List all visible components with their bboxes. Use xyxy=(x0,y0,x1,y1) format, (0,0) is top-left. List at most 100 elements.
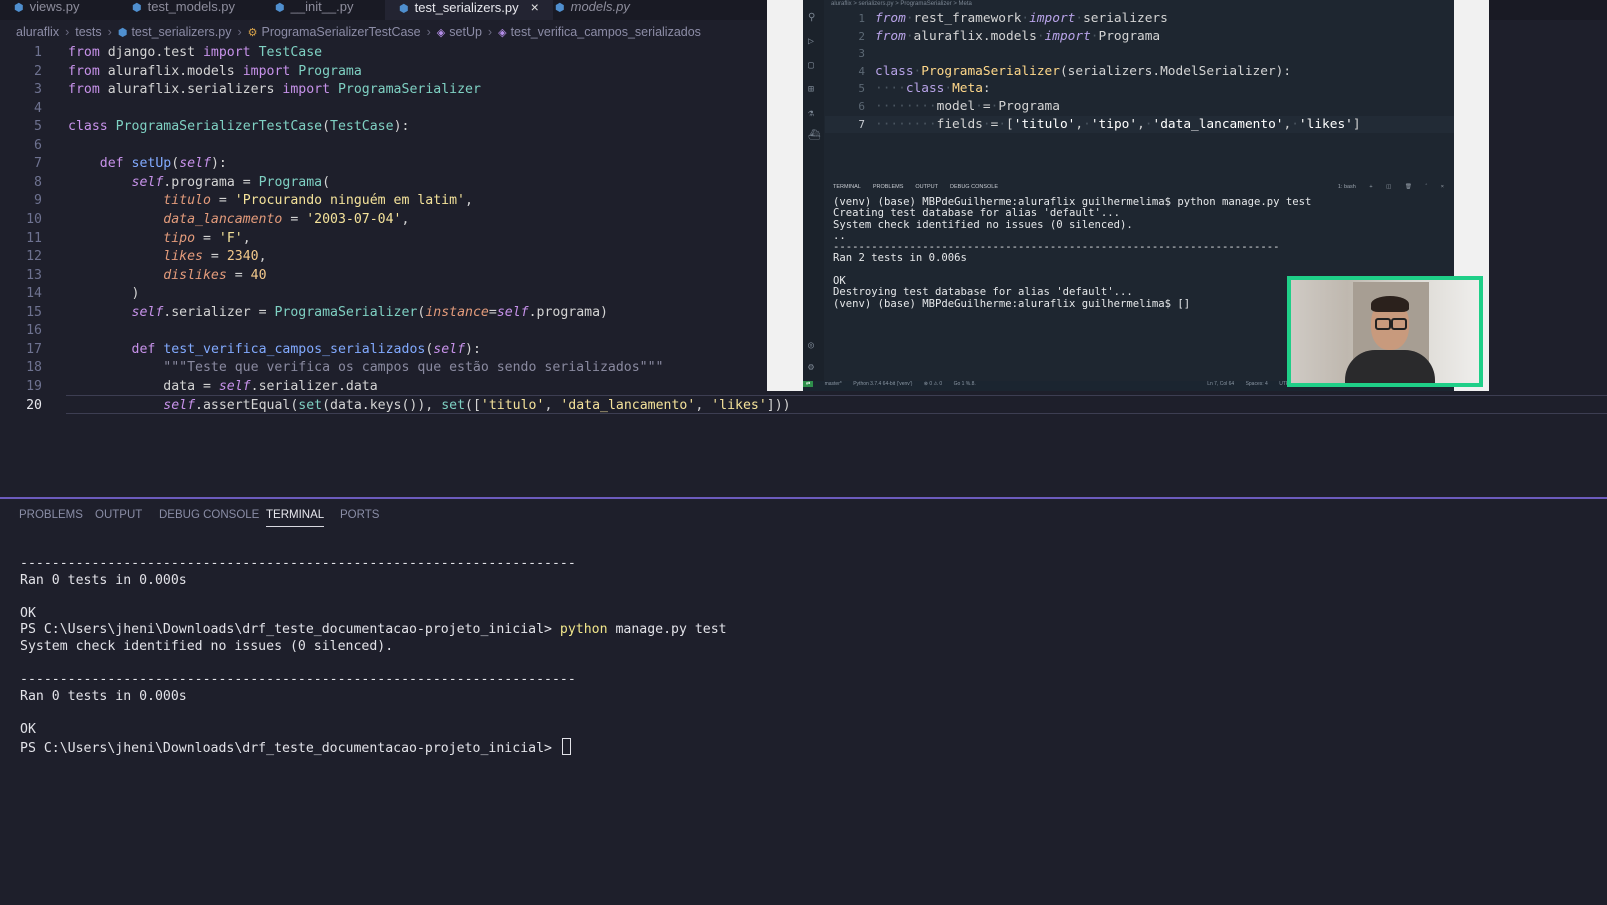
chevron-right-icon: › xyxy=(237,25,242,39)
code-text: from aluraflix.serializers import Progra… xyxy=(68,82,481,98)
terminal-line: System check identified no issues (0 sil… xyxy=(20,639,394,654)
account-icon: ◎ xyxy=(808,340,815,351)
recorded-code-line: 3 xyxy=(858,47,865,61)
line-number: 13 xyxy=(26,267,42,283)
breadcrumb-item-class[interactable]: ProgramaSerializerTestCase xyxy=(262,25,421,39)
run-debug-icon: ▷ xyxy=(808,36,815,47)
line-number: 19 xyxy=(26,378,42,394)
terminal-line: Ran 0 tests in 0.000s xyxy=(20,688,187,704)
code-text: from aluraflix.models import Programa xyxy=(68,63,362,79)
breadcrumb-item-method[interactable]: setUp xyxy=(449,25,482,39)
tab-debug-console[interactable]: DEBUG CONSOLE xyxy=(159,509,259,521)
tab-test-serializers-py[interactable]: ⬢ test_serializers.py × xyxy=(385,0,553,20)
line-number: 9 xyxy=(34,193,42,209)
line-number: 12 xyxy=(26,249,42,265)
close-icon[interactable]: × xyxy=(531,0,539,15)
line-number: 20 xyxy=(26,398,42,414)
line-number: 4 xyxy=(34,100,42,116)
python-file-icon: ⬢ xyxy=(555,2,565,14)
code-text: data = self.serializer.data xyxy=(68,378,378,394)
line-number: 6 xyxy=(34,137,42,153)
code-line[interactable]: 20 self.assertEqual(set(data.keys()), se… xyxy=(26,395,1607,415)
breadcrumb-item-folder[interactable]: aluraflix xyxy=(16,25,59,39)
code-text: data_lancamento = '2003-07-04', xyxy=(163,211,410,227)
tab-init-py[interactable]: ⬢ __init__.py xyxy=(275,0,354,20)
webcam-feed xyxy=(1287,276,1483,387)
webcam-image xyxy=(1291,280,1479,383)
python-file-icon: ⬢ xyxy=(117,27,128,39)
code-text: self.assertEqual(set(data.keys()), set([… xyxy=(163,398,791,414)
python-file-icon: ⬢ xyxy=(132,2,142,14)
line-number: 2 xyxy=(34,63,42,79)
tab-output[interactable]: OUTPUT xyxy=(95,509,142,521)
terminal-cursor xyxy=(561,737,571,755)
code-text: likes = 2340, xyxy=(163,249,267,265)
code-text: class ProgramaSerializerTestCase(TestCas… xyxy=(68,119,410,135)
line-number: 1 xyxy=(34,45,42,60)
python-file-icon: ⬢ xyxy=(399,3,409,15)
recorded-code-line: 6 ········model·=·Programa xyxy=(858,99,1060,114)
code-text: def test_verifica_campos_serializados(se… xyxy=(131,341,481,357)
terminal-line: PS C:\Users\jheni\Downloads\drf_teste_do… xyxy=(20,622,727,638)
close-icon: × xyxy=(1440,184,1444,190)
python-file-icon: ⬢ xyxy=(14,2,24,14)
line-number: 16 xyxy=(26,323,42,339)
line-number: 18 xyxy=(26,360,42,376)
testing-icon: ⚗ xyxy=(808,108,815,119)
recorded-code-line: 7 ········fields·=·['titulo',·'tipo',·'da… xyxy=(825,115,1454,134)
line-number: 5 xyxy=(34,119,42,135)
recorded-code-line: 5 ····class·Meta: xyxy=(858,81,991,97)
remote-indicator-icon: ⇄ xyxy=(803,381,814,387)
tab-problems[interactable]: PROBLEMS xyxy=(19,509,83,521)
line-number: 3 xyxy=(34,82,42,98)
recorded-code-line: 4 class·ProgramaSerializer(serializers.Mo… xyxy=(858,63,1292,79)
breadcrumb-item-folder[interactable]: tests xyxy=(75,25,101,39)
class-symbol-icon: ⚙ xyxy=(247,27,258,39)
recorded-terminal-tabs: TERMINAL PROBLEMS OUTPUT DEBUG CONSOLE 1: b… xyxy=(833,184,1444,190)
code-text: self.programa = Programa( xyxy=(131,174,331,190)
tab-terminal[interactable]: TERMINAL xyxy=(266,509,325,527)
method-symbol-icon: ◈ xyxy=(498,27,507,39)
split-icon: ◫ xyxy=(1386,184,1392,190)
tab-views-py[interactable]: ⬢ views.py xyxy=(14,0,79,20)
terminal-line: ----------------------------------------… xyxy=(20,556,576,571)
search-icon: ⚲ xyxy=(808,12,816,23)
terminal-line: OK xyxy=(20,605,36,621)
line-number: 11 xyxy=(26,230,42,246)
code-text: tipo = 'F', xyxy=(163,230,251,246)
breadcrumb: aluraflix › tests › ⬢ test_serializers.py › ⚙ Pr… xyxy=(16,25,701,41)
activity-bar: ⚲ ▷ ▢ ⊞ ⚗ ⛴ ◎ ⚙ xyxy=(803,0,824,381)
python-file-icon: ⬢ xyxy=(275,2,285,14)
recorded-code-line: 2 from·aluraflix.models·import·Programa xyxy=(858,28,1161,44)
terminal-line: OK xyxy=(20,722,36,737)
line-number: 10 xyxy=(26,211,42,227)
code-text: from django.test import TestCase xyxy=(68,45,323,60)
code-text: """Teste que verifica os campos que estã… xyxy=(163,360,664,376)
docker-icon: ⛴ xyxy=(808,130,821,141)
line-number: 15 xyxy=(26,304,42,320)
chevron-up-icon: ˆ xyxy=(1425,184,1428,190)
remote-icon: ▢ xyxy=(808,60,815,71)
recorded-breadcrumb: aluraflix > serializers.py > ProgramaSer… xyxy=(831,1,972,7)
breadcrumb-item-file[interactable]: test_serializers.py xyxy=(131,25,231,39)
chevron-right-icon: › xyxy=(107,25,112,39)
chevron-right-icon: › xyxy=(65,25,70,39)
gear-icon: ⚙ xyxy=(808,362,815,373)
tab-ports[interactable]: PORTS xyxy=(340,509,379,521)
chevron-right-icon: › xyxy=(426,25,431,39)
tab-models-py[interactable]: ⬢ models.py xyxy=(555,0,630,20)
code-text: ) xyxy=(68,286,140,302)
terminal-line: Ran 0 tests in 0.000s xyxy=(20,572,187,588)
code-text: dislikes = 40 xyxy=(163,267,267,283)
method-symbol-icon: ◈ xyxy=(436,27,446,39)
line-number: 14 xyxy=(26,286,42,302)
tab-test-models-py[interactable]: ⬢ test_models.py xyxy=(132,0,235,20)
plus-icon: + xyxy=(1369,184,1373,190)
line-number: 17 xyxy=(26,341,42,357)
code-text: titulo = 'Procurando ninguém em latim', xyxy=(163,193,473,209)
panel-divider[interactable] xyxy=(0,497,1607,499)
terminal-line: ----------------------------------------… xyxy=(20,672,576,688)
breadcrumb-item-method[interactable]: test_verifica_campos_serializados xyxy=(511,25,701,39)
code-text: def setUp(self): xyxy=(99,156,227,172)
line-number: 7 xyxy=(34,156,42,172)
